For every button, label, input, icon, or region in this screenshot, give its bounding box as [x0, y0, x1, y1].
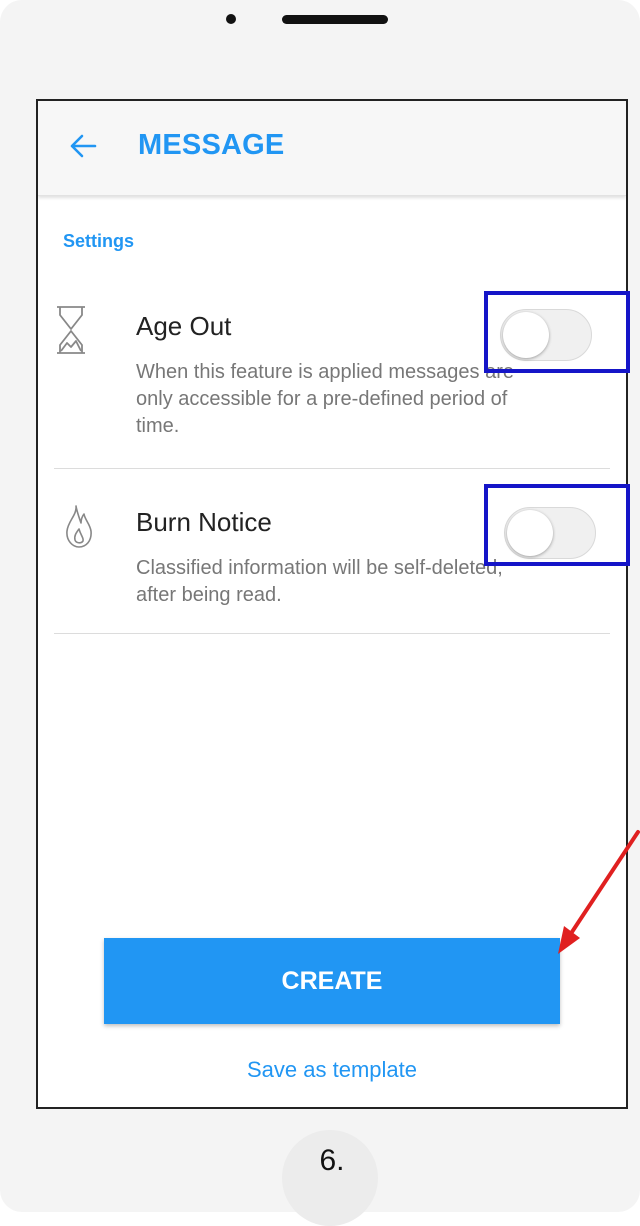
app-bar: MESSAGE	[38, 101, 626, 196]
settings-section-label: Settings	[63, 231, 135, 251]
divider	[54, 468, 610, 469]
create-button[interactable]: CREATE	[104, 938, 560, 1024]
page-title: MESSAGE	[138, 129, 285, 161]
camera-dot	[226, 14, 236, 24]
pointer-arrow-icon	[558, 830, 640, 954]
setting-title: Age Out	[136, 311, 232, 341]
speaker-slot	[282, 15, 388, 24]
setting-description: Classified information will be self-dele…	[136, 557, 503, 606]
phone-frame: MESSAGE Settings Age Out When this featu…	[0, 0, 640, 1226]
flame-icon	[66, 505, 92, 548]
highlight-box-age-out	[484, 291, 630, 373]
step-number-label: 6.	[319, 1144, 345, 1177]
save-as-template-link[interactable]: Save as template	[38, 1057, 626, 1083]
hourglass-icon	[57, 306, 85, 354]
back-arrow-icon[interactable]	[68, 131, 98, 161]
highlight-box-burn-notice	[484, 484, 630, 566]
setting-title: Burn Notice	[136, 507, 272, 537]
divider	[54, 633, 610, 634]
setting-description: When this feature is applied messages ar…	[136, 361, 514, 437]
